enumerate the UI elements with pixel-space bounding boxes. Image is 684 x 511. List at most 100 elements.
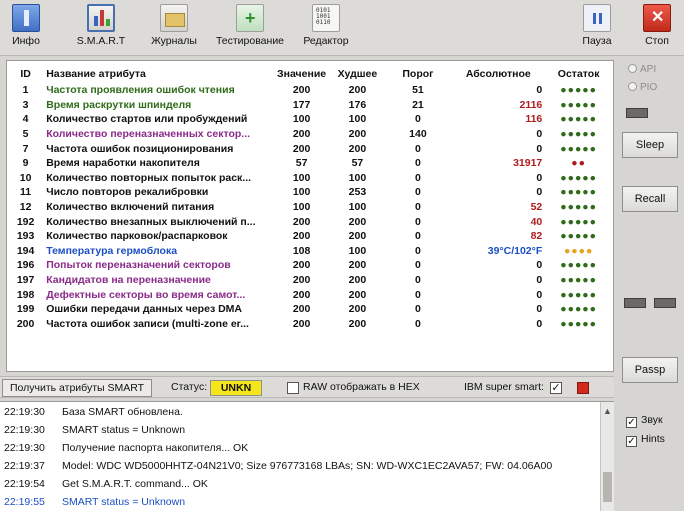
smart-button[interactable]: S.M.A.R.T (70, 4, 132, 54)
raw-hex-checkbox[interactable] (287, 382, 299, 394)
log-entry: 22:19:30 SMART status = Unknown (4, 424, 185, 440)
attr-name: Ошибки передачи данных через DMA (46, 303, 242, 316)
hints-toggle[interactable]: ✓ Hints (626, 433, 665, 447)
attr-value: 200 (292, 317, 311, 330)
table-row[interactable]: 5 Количество переназначенных сектор... 200… (11, 127, 611, 142)
table-row[interactable]: 194 Температура гермоблока 108 100 0 39°C/102… (11, 244, 611, 259)
attr-worst: 200 (348, 317, 367, 330)
attr-remaining: ●●●●● (560, 98, 597, 111)
scroll-thumb[interactable] (603, 472, 612, 502)
attr-id: 5 (22, 128, 29, 141)
attr-absolute: 0 (536, 288, 543, 301)
attr-absolute: 0 (536, 303, 543, 316)
attr-id: 9 (22, 157, 29, 170)
table-row[interactable]: 199 Ошибки передачи данных через DMA 200 20… (11, 302, 611, 317)
attr-id: 1 (22, 84, 29, 97)
attr-threshold: 0 (415, 274, 421, 287)
col-absolute-header[interactable]: Абсолютное (450, 65, 546, 83)
info-button[interactable]: Инфо (4, 4, 48, 54)
stop-button[interactable]: ✕ Стоп (636, 4, 678, 54)
col-name-header[interactable]: Название атрибута (40, 65, 274, 83)
table-row[interactable]: 1 Частота проявления ошибок чтения 200 200 5… (11, 83, 611, 98)
radio-api[interactable]: API (628, 64, 684, 78)
attr-value: 200 (292, 128, 311, 141)
get-smart-attributes-button[interactable]: Получить атрибуты SMART (2, 379, 152, 397)
attr-threshold: 0 (415, 259, 421, 272)
attr-worst: 200 (348, 84, 367, 97)
attr-absolute: 0 (536, 274, 543, 287)
attr-absolute: 2116 (519, 98, 543, 111)
attr-worst: 253 (348, 186, 367, 199)
sound-toggle[interactable]: ✓ Звук (626, 414, 663, 428)
attr-absolute: 0 (536, 142, 543, 155)
table-row[interactable]: 7 Частота ошибок позиционирования 200 200 0 0… (11, 141, 611, 156)
testing-button[interactable]: + Тестирование (212, 4, 288, 54)
sleep-button[interactable]: Sleep (622, 132, 678, 158)
attr-absolute: 40 (530, 215, 543, 228)
attr-name: Дефектные секторы во время самот... (46, 288, 246, 301)
attr-absolute: 31917 (513, 157, 543, 170)
attr-threshold: 51 (412, 84, 424, 97)
raw-hex-label: RAW отображать в HEX (303, 381, 420, 393)
attr-threshold: 0 (415, 215, 421, 228)
led-left (624, 298, 646, 308)
attr-remaining: ●●●●● (560, 142, 597, 155)
log-entry: 22:19:30 Получение паспорта накопителя...… (4, 442, 248, 458)
attr-threshold: 0 (415, 230, 421, 243)
pause-button[interactable]: Пауза (576, 4, 618, 54)
attr-id: 199 (16, 303, 35, 316)
attr-absolute: 0 (536, 186, 543, 199)
attr-worst: 200 (348, 274, 367, 287)
col-threshold-header[interactable]: Порог (386, 65, 451, 83)
radio-pio-dot (628, 82, 637, 91)
attr-threshold: 21 (412, 98, 424, 111)
radio-pio[interactable]: PIO (628, 82, 684, 96)
table-row[interactable]: 192 Количество внезапных выключений п... 2… (11, 214, 611, 229)
table-row[interactable]: 9 Время наработки накопителя 57 57 0 31917 ●● (11, 156, 611, 171)
attr-worst: 200 (348, 215, 367, 228)
col-id-header[interactable]: ID (11, 65, 40, 83)
col-worst-header[interactable]: Худшее (329, 65, 385, 83)
logs-button[interactable]: Журналы (146, 4, 202, 54)
col-value-header[interactable]: Значение (274, 65, 329, 83)
table-row[interactable]: 196 Попыток переназначений секторов 200 200… (11, 258, 611, 273)
ibm-super-smart-checkbox[interactable]: ✓ (550, 382, 562, 394)
attr-name: Температура гермоблока (46, 244, 178, 257)
attr-absolute: 116 (525, 113, 543, 126)
table-row[interactable]: 4 Количество стартов или пробуждений 100 10… (11, 112, 611, 127)
smart-chart-icon (87, 4, 115, 32)
table-row[interactable]: 193 Количество парковок/распарковок 200 200… (11, 229, 611, 244)
sound-checkbox[interactable]: ✓ (626, 417, 637, 428)
table-row[interactable]: 197 Кандидатов на переназначение 200 200 0 0 ●… (11, 273, 611, 288)
table-row[interactable]: 12 Количество включений питания 100 100 0 52 ●… (11, 200, 611, 215)
attr-remaining: ●●●●● (560, 171, 597, 184)
attr-remaining: ●● (571, 157, 586, 170)
activity-led (626, 108, 648, 118)
attr-absolute: 0 (536, 128, 543, 141)
recall-button[interactable]: Recall (622, 186, 678, 212)
attr-name: Попыток переназначений секторов (46, 259, 231, 272)
logs-folder-icon (160, 4, 188, 32)
table-row[interactable]: 198 Дефектные секторы во время самот... 20… (11, 287, 611, 302)
log-time: 22:19:30 (4, 442, 45, 454)
passport-button[interactable]: Passp (622, 357, 678, 383)
attr-threshold: 0 (415, 171, 421, 184)
attr-id: 192 (16, 215, 35, 228)
hints-checkbox[interactable]: ✓ (626, 436, 637, 447)
table-row[interactable]: 200 Частота ошибок записи (multi-zone er.… (11, 317, 611, 332)
col-remaining-header[interactable]: Остаток (546, 65, 611, 83)
attr-absolute: 52 (530, 201, 543, 214)
log-scrollbar[interactable]: ▲ (600, 402, 614, 511)
attr-name: Количество повторных попыток раск... (46, 171, 252, 184)
table-row[interactable]: 11 Число повторов рекалибровки 100 253 0 0 ●●●… (11, 185, 611, 200)
attr-value: 100 (292, 201, 311, 214)
attr-id: 3 (22, 98, 29, 111)
scroll-up-icon[interactable]: ▲ (603, 406, 612, 416)
attr-name: Время раскрутки шпинделя (46, 98, 192, 111)
log-message: Get S.M.A.R.T. command... OK (62, 478, 208, 490)
editor-button[interactable]: 0101 1001 0110 Редактор (296, 4, 356, 54)
attr-remaining: ●●●●● (560, 113, 597, 126)
smart-attributes-panel: ID Название атрибута Значение Худшее Пор… (6, 60, 614, 372)
table-row[interactable]: 10 Количество повторных попыток раск... 10… (11, 171, 611, 186)
table-row[interactable]: 3 Время раскрутки шпинделя 177 176 21 2116 ●●●… (11, 98, 611, 113)
